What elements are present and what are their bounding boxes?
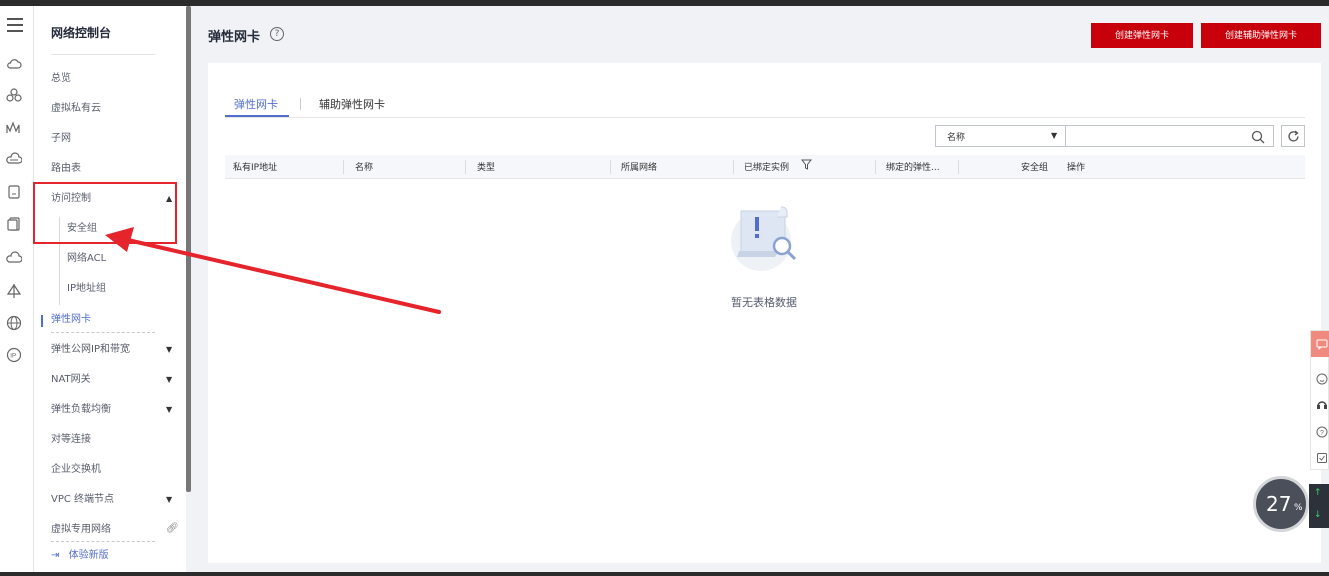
tab-divider	[300, 98, 301, 110]
col-type[interactable]: 类型	[477, 160, 495, 173]
ip-icon[interactable]: IP	[6, 347, 22, 363]
sidebar-item-eip[interactable]: 弹性公网IP和带宽	[51, 343, 130, 357]
chevron-down-icon[interactable]: ▼	[166, 405, 172, 414]
network-icon[interactable]	[6, 87, 22, 103]
col-private-ip[interactable]: 私有IP地址	[233, 160, 277, 173]
sidebar-title: 网络控制台	[51, 26, 112, 40]
chevron-down-icon[interactable]: ▼	[166, 375, 172, 384]
deploy-icon[interactable]	[6, 283, 22, 299]
refresh-button[interactable]	[1281, 125, 1305, 147]
search-icon[interactable]	[1251, 130, 1265, 144]
divider	[51, 332, 155, 333]
sidebar-item-overview[interactable]: 总览	[51, 72, 71, 86]
floating-toolbar: ?	[1310, 330, 1329, 470]
tab-aux-eni[interactable]: 辅助弹性网卡	[319, 96, 385, 114]
sidebar-item-vpc-endpoint[interactable]: VPC 终端节点	[51, 493, 114, 507]
col-network[interactable]: 所属网络	[621, 160, 657, 173]
bottom-edge	[0, 572, 1329, 576]
sidebar-item-subnet[interactable]: 子网	[51, 132, 71, 146]
server-icon[interactable]	[6, 184, 22, 200]
chevron-down-icon[interactable]: ▼	[166, 495, 172, 504]
content-card: 弹性网卡 辅助弹性网卡 名称 ▼ 私有IP地址 名称 类型 所属网络 已绑定实例…	[208, 63, 1321, 563]
chevron-down-icon[interactable]: ▼	[166, 345, 172, 354]
globe-icon[interactable]	[6, 315, 22, 331]
menu-icon[interactable]	[7, 18, 23, 32]
col-separator	[465, 160, 466, 174]
sidebar-divider	[51, 54, 155, 55]
col-separator	[875, 160, 876, 174]
svg-text:IP: IP	[10, 354, 16, 360]
col-separator	[610, 160, 611, 174]
try-new-version-link[interactable]: ⇥ 体验新版	[51, 549, 109, 563]
sidebar-item-nat[interactable]: NAT网关	[51, 373, 91, 387]
active-tab-indicator	[225, 115, 289, 117]
console-frame: IP 网络控制台 总览 虚拟私有云 子网 路由表 访问控制 ▲ 安全组 网络AC…	[0, 6, 1329, 572]
col-separator	[343, 160, 344, 174]
sidebar-item-route-table[interactable]: 路由表	[51, 162, 81, 176]
speed-detail: ↑ ↓	[1309, 484, 1329, 528]
table-header: 私有IP地址 名称 类型 所属网络 已绑定实例 绑定的弹性... 安全组 操作	[225, 155, 1305, 179]
sidebar-item-network-acl[interactable]: 网络ACL	[67, 252, 106, 266]
tab-eni[interactable]: 弹性网卡	[234, 96, 278, 114]
cloud-icon[interactable]	[6, 56, 22, 72]
caret-down-icon: ▼	[1051, 131, 1058, 140]
empty-state-text: 暂无表格数据	[731, 296, 797, 309]
refresh-icon	[1288, 130, 1299, 142]
cloud-storage-icon[interactable]	[6, 151, 23, 167]
headset-icon[interactable]	[1316, 399, 1328, 411]
col-bound-instance[interactable]: 已绑定实例	[744, 160, 789, 173]
search-input[interactable]	[1065, 125, 1274, 147]
create-eni-button[interactable]: 创建弹性网卡	[1091, 23, 1193, 48]
document-icon[interactable]	[6, 216, 22, 232]
sidebar-item-ip-group[interactable]: IP地址组	[67, 282, 106, 296]
link-icon[interactable]: 🔗︎	[166, 523, 179, 534]
sidebar-item-peering[interactable]: 对等连接	[51, 433, 91, 447]
icon-rail: IP	[0, 6, 34, 572]
filter-icon[interactable]	[801, 159, 812, 170]
page-title: 弹性网卡	[208, 30, 261, 45]
chat-icon	[1316, 339, 1328, 350]
col-separator	[733, 160, 734, 174]
tab-baseline	[225, 117, 1305, 118]
col-name[interactable]: 名称	[355, 160, 373, 173]
create-aux-eni-button[interactable]: 创建辅助弹性网卡	[1201, 23, 1321, 48]
checklist-icon[interactable]	[1316, 452, 1328, 464]
col-actions: 操作	[1067, 163, 1086, 173]
sidebar: 网络控制台 总览 虚拟私有云 子网 路由表 访问控制 ▲ 安全组 网络ACL I…	[34, 6, 186, 572]
filter-field-select[interactable]: 名称 ▼	[935, 125, 1065, 147]
sidebar-item-enterprise-switch[interactable]: 企业交换机	[51, 463, 101, 477]
network-speed-widget[interactable]: 27 %	[1253, 476, 1309, 532]
sidebar-item-eni[interactable]: 弹性网卡	[51, 313, 91, 327]
cloud-link-icon[interactable]	[6, 251, 23, 267]
feedback-button[interactable]	[1311, 331, 1329, 357]
smile-icon[interactable]	[1316, 373, 1328, 385]
sidebar-scrollbar[interactable]	[186, 6, 191, 492]
question-circle-icon[interactable]: ?	[270, 27, 284, 41]
col-security-group[interactable]: 安全组	[1021, 160, 1048, 173]
divider	[51, 541, 155, 542]
arrow-up-icon: ↑	[1314, 488, 1322, 498]
col-bound-eip[interactable]: 绑定的弹性...	[886, 160, 940, 173]
annotation-highlight-box	[33, 182, 177, 244]
sidebar-item-vpc[interactable]: 虚拟私有云	[51, 102, 101, 116]
question-icon[interactable]: ?	[1316, 426, 1328, 438]
active-indicator	[41, 315, 43, 327]
svg-text:?: ?	[1320, 430, 1324, 437]
sidebar-item-vpn[interactable]: 虚拟专用网络	[51, 523, 111, 537]
waves-icon[interactable]	[6, 120, 22, 136]
arrow-down-icon: ↓	[1314, 510, 1322, 520]
col-separator	[958, 160, 959, 174]
sidebar-item-elb[interactable]: 弹性负载均衡	[51, 403, 111, 417]
empty-data-icon	[731, 206, 797, 271]
enter-icon: ⇥	[51, 550, 60, 561]
